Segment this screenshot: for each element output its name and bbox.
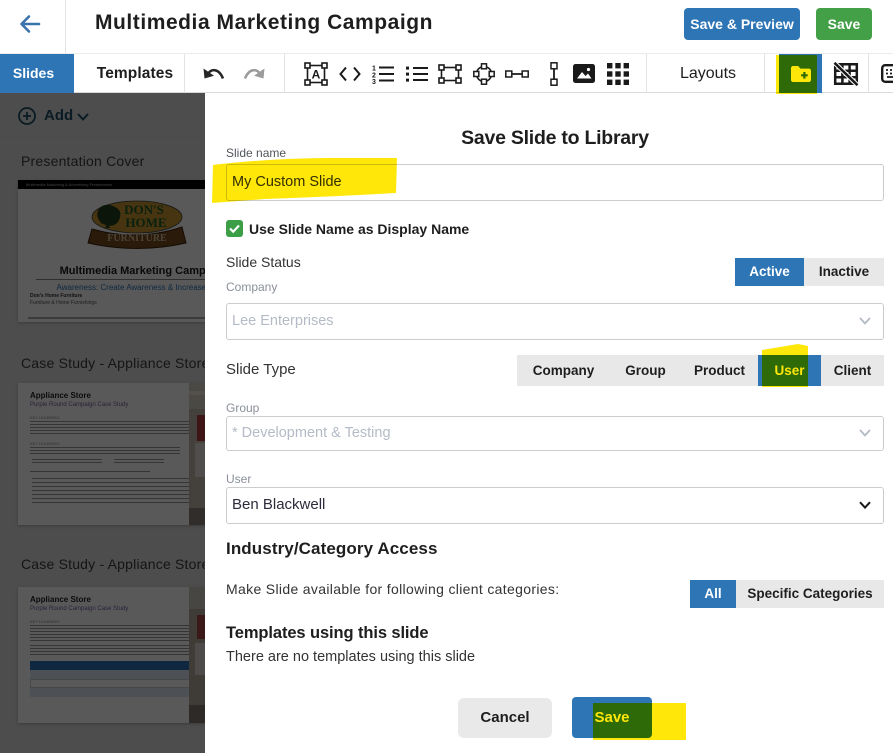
svg-text:3: 3 — [372, 79, 376, 84]
svg-text:1: 1 — [372, 65, 376, 72]
svg-text:A: A — [312, 67, 321, 81]
